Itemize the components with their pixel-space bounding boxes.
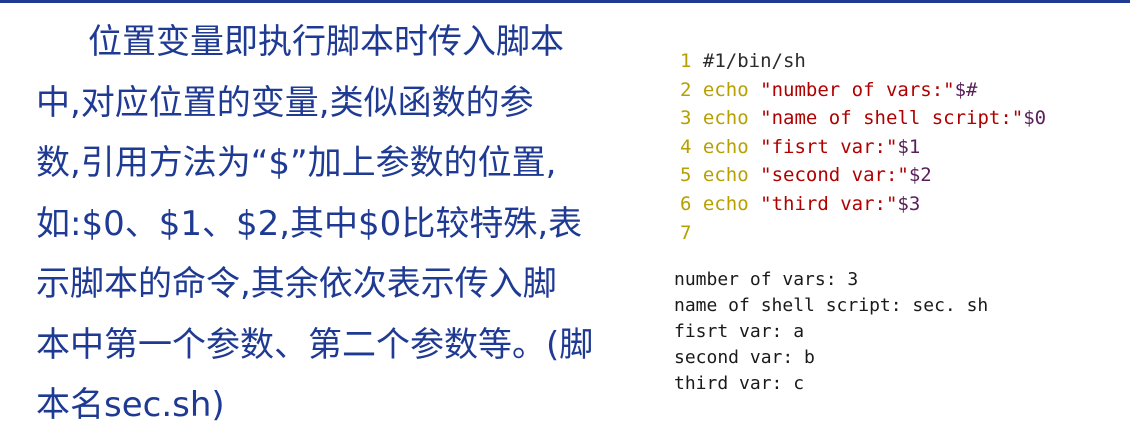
- terminal-output: number of vars: 3 name of shell script: …: [674, 267, 988, 397]
- paragraph-line: 数,引用方法为“$”加上参数的位置,: [36, 143, 557, 183]
- code-line: 4 echo "fisrt var:"$1: [680, 133, 1046, 162]
- paragraph-line: 如:$0、$1、$2,其中$0比较特殊,表: [36, 203, 583, 244]
- code-token: $3: [897, 192, 921, 215]
- line-number: 3: [680, 107, 692, 130]
- line-number: 7: [680, 221, 692, 244]
- code-token: $1: [897, 135, 921, 158]
- output-line: name of shell script: sec. sh: [674, 295, 989, 316]
- code-token: "fisrt var:": [760, 135, 898, 158]
- output-line: number of vars: 3: [674, 269, 859, 290]
- paragraph-line: 本名sec.sh): [36, 385, 225, 425]
- code-token: echo: [702, 135, 749, 158]
- code-line: 7: [680, 219, 1046, 248]
- code-line: 3 echo "name of shell script:"$0: [680, 104, 1046, 133]
- output-line: fisrt var: a: [674, 321, 805, 342]
- code-token: "name of shell script:": [760, 107, 1024, 130]
- line-number: 4: [680, 135, 692, 158]
- script-code-block: 1 #1/bin/sh 2 echo "number of vars:"$# 3 e…: [680, 47, 1046, 247]
- top-divider: [0, 0, 1130, 3]
- code-line: 2 echo "number of vars:"$#: [680, 76, 1046, 105]
- code-line: 1 #1/bin/sh: [680, 47, 1046, 76]
- code-token: $#: [954, 78, 978, 101]
- paragraph-line: 中,对应位置的变量,类似函数的参: [36, 82, 534, 123]
- code-line: 6 echo "third var:"$3: [680, 190, 1046, 219]
- code-token: "second var:": [760, 164, 909, 187]
- code-token: "third var:": [760, 192, 898, 215]
- code-token: echo: [702, 78, 749, 101]
- paragraph-line: 本中第一个参数、第二个参数等。(脚: [36, 324, 594, 365]
- code-token: $2: [908, 164, 932, 187]
- code-token: $0: [1023, 107, 1047, 130]
- output-line: third var: c: [674, 373, 805, 394]
- line-number: 2: [680, 78, 692, 101]
- output-line: second var: b: [674, 347, 815, 368]
- line-number: 6: [680, 192, 692, 215]
- paragraph-line: 位置变量即执行脚本时传入脚本: [88, 22, 564, 62]
- paragraph-line: 示脚本的命令,其余依次表示传入脚: [36, 264, 557, 304]
- code-token: "number of vars:": [760, 78, 955, 101]
- explanation-paragraph: 位置变量即执行脚本时传入脚本 中,对应位置的变量,类似函数的参 数,引用方法为“…: [36, 12, 606, 436]
- code-line: 5 echo "second var:"$2: [680, 161, 1046, 190]
- code-token: #1/bin/sh: [702, 50, 806, 72]
- line-number: 5: [680, 164, 692, 187]
- code-token: echo: [702, 164, 749, 187]
- code-token: echo: [702, 107, 749, 130]
- code-token: echo: [702, 192, 749, 215]
- line-number: 1: [680, 50, 692, 72]
